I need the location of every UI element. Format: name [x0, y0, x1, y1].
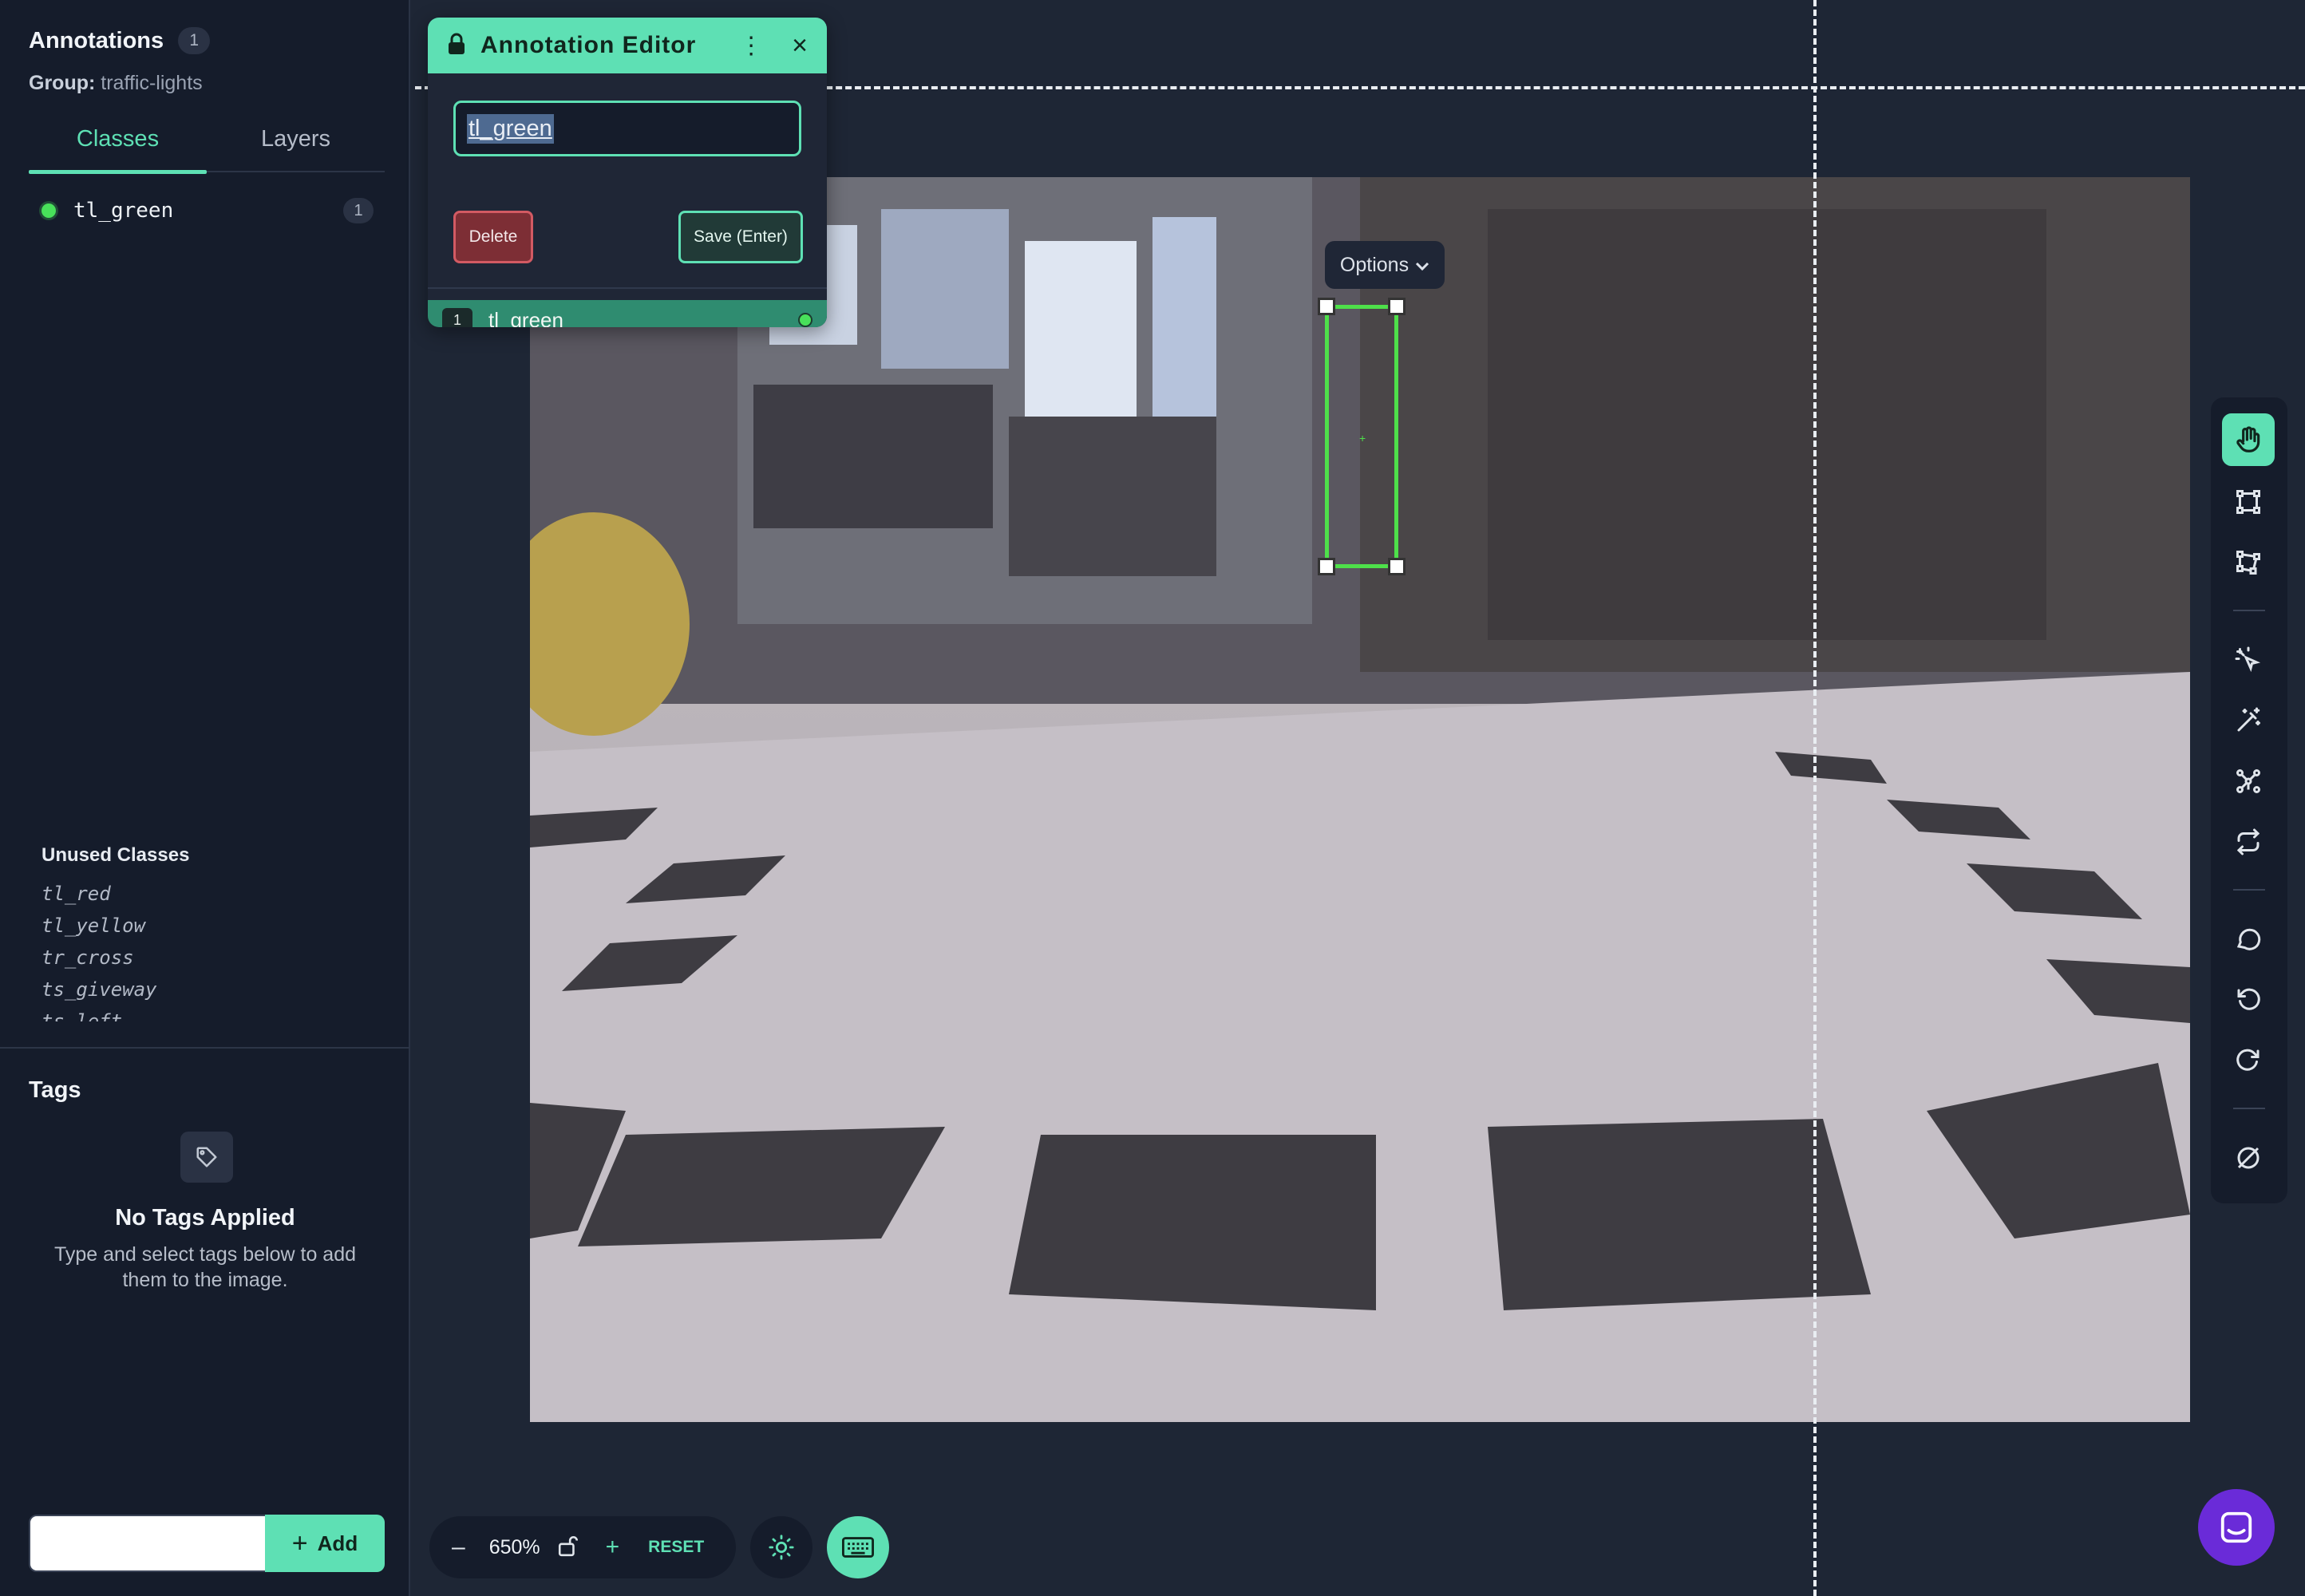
group-value: traffic-lights — [101, 72, 203, 94]
group-line: Group: traffic-lights — [29, 72, 203, 95]
support-chat-button[interactable] — [2198, 1489, 2275, 1566]
editor-divider — [428, 287, 827, 289]
no-tags-title: No Tags Applied — [115, 1205, 295, 1231]
keyboard-icon — [842, 1537, 874, 1558]
smart-select-icon[interactable] — [2222, 634, 2275, 686]
tags-title: Tags — [29, 1077, 81, 1103]
tab-layers[interactable]: Layers — [207, 120, 385, 171]
keypoint-icon[interactable] — [2222, 755, 2275, 808]
unused-class-item[interactable]: tl_yellow — [42, 910, 377, 942]
options-dropdown-button[interactable]: Options — [1325, 241, 1445, 289]
annotations-sidebar: Annotations 1 Group: traffic-lights Clas… — [0, 0, 410, 1596]
brightness-button[interactable] — [750, 1516, 812, 1578]
hand-icon[interactable] — [2222, 413, 2275, 466]
tag-input[interactable] — [29, 1515, 267, 1572]
zoom-in-button[interactable]: + — [606, 1534, 620, 1561]
unused-class-item[interactable]: tr_cross — [42, 942, 377, 974]
undo-icon[interactable] — [2222, 974, 2275, 1026]
annotation-editor-title: Annotation Editor — [480, 32, 697, 58]
class-name-input[interactable]: tl_green — [453, 101, 801, 156]
polygon-tool-icon[interactable] — [2222, 536, 2275, 589]
unused-class-item[interactable]: ts_left — [42, 1005, 377, 1021]
add-tag-button[interactable]: + Add — [265, 1515, 385, 1572]
sun-icon — [769, 1535, 794, 1560]
chat-icon — [2220, 1511, 2252, 1543]
lock-open-icon[interactable] — [558, 1535, 579, 1561]
null-icon[interactable] — [2222, 1132, 2275, 1184]
bbox-tool-icon[interactable] — [2222, 476, 2275, 528]
magic-wand-icon[interactable] — [2222, 694, 2275, 747]
annotation-editor-popup: Annotation Editor ⋮ × tl_green Delete Sa… — [428, 18, 827, 327]
class-color-dot — [42, 203, 56, 218]
unused-class-item[interactable]: tl_red — [42, 878, 377, 910]
toolbar-divider — [2233, 889, 2265, 891]
tab-classes[interactable]: Classes — [29, 120, 207, 174]
sidebar-title: Annotations — [29, 27, 164, 53]
resize-handle-bottom-left[interactable] — [1318, 558, 1335, 575]
toolbar-divider — [2233, 610, 2265, 611]
plus-icon: + — [291, 1527, 308, 1558]
class-name: tl_green — [73, 199, 174, 223]
class-color-dot — [798, 313, 812, 327]
delete-button[interactable]: Delete — [453, 211, 533, 263]
unused-classes-title: Unused Classes — [42, 844, 190, 866]
options-label: Options — [1339, 253, 1409, 276]
annotation-count-badge: 1 — [178, 27, 211, 54]
sidebar-header: Annotations 1 — [29, 27, 211, 54]
annotation-editor-header[interactable]: Annotation Editor ⋮ × — [428, 18, 827, 73]
sidebar-tabs: Classes Layers — [29, 120, 385, 174]
close-icon[interactable]: × — [792, 30, 808, 61]
row-shortcut-number: 1 — [442, 308, 472, 327]
redo-icon[interactable] — [2222, 1034, 2275, 1087]
lock-icon[interactable] — [447, 33, 466, 59]
zoom-controls: – 650% + RESET — [429, 1516, 736, 1578]
comment-icon[interactable] — [2222, 913, 2275, 966]
resize-handle-top-right[interactable] — [1388, 298, 1406, 315]
zoom-out-button[interactable]: – — [452, 1534, 465, 1561]
resize-handle-bottom-right[interactable] — [1388, 558, 1406, 575]
class-item-tl-green[interactable]: tl_green 1 — [42, 195, 374, 227]
row-class-label: tl_green — [488, 307, 563, 328]
kebab-menu-icon[interactable]: ⋮ — [739, 32, 763, 60]
class-name-input-value: tl_green — [467, 113, 554, 144]
repeat-icon[interactable] — [2222, 816, 2275, 868]
class-suggestion-row[interactable]: 1 tl_green — [428, 300, 827, 327]
unused-classes-list: tl_red tl_yellow tr_cross ts_giveway ts_… — [42, 878, 377, 1021]
keyboard-shortcuts-button[interactable] — [827, 1516, 889, 1578]
save-button[interactable]: Save (Enter) — [678, 211, 803, 263]
bbox-center-marker: + — [1359, 432, 1366, 444]
zoom-level: 650% — [488, 1535, 540, 1558]
bounding-box-tl-green[interactable]: + — [1318, 298, 1406, 575]
crosshair-vertical-guide — [1813, 0, 1817, 1596]
reset-zoom-button[interactable]: RESET — [648, 1538, 704, 1557]
toolbar-divider — [2233, 1108, 2265, 1109]
group-label: Group: — [29, 72, 96, 94]
add-tag-label: Add — [317, 1531, 358, 1555]
resize-handle-top-left[interactable] — [1318, 298, 1335, 315]
tag-icon — [180, 1132, 233, 1183]
sidebar-divider — [0, 1047, 410, 1049]
tools-toolbar — [2211, 397, 2287, 1203]
chevron-down-icon — [1415, 254, 1429, 277]
unused-class-item[interactable]: ts_giveway — [42, 974, 377, 1005]
class-count-badge: 1 — [343, 198, 374, 223]
no-tags-description: Type and select tags below to add them t… — [53, 1243, 357, 1291]
